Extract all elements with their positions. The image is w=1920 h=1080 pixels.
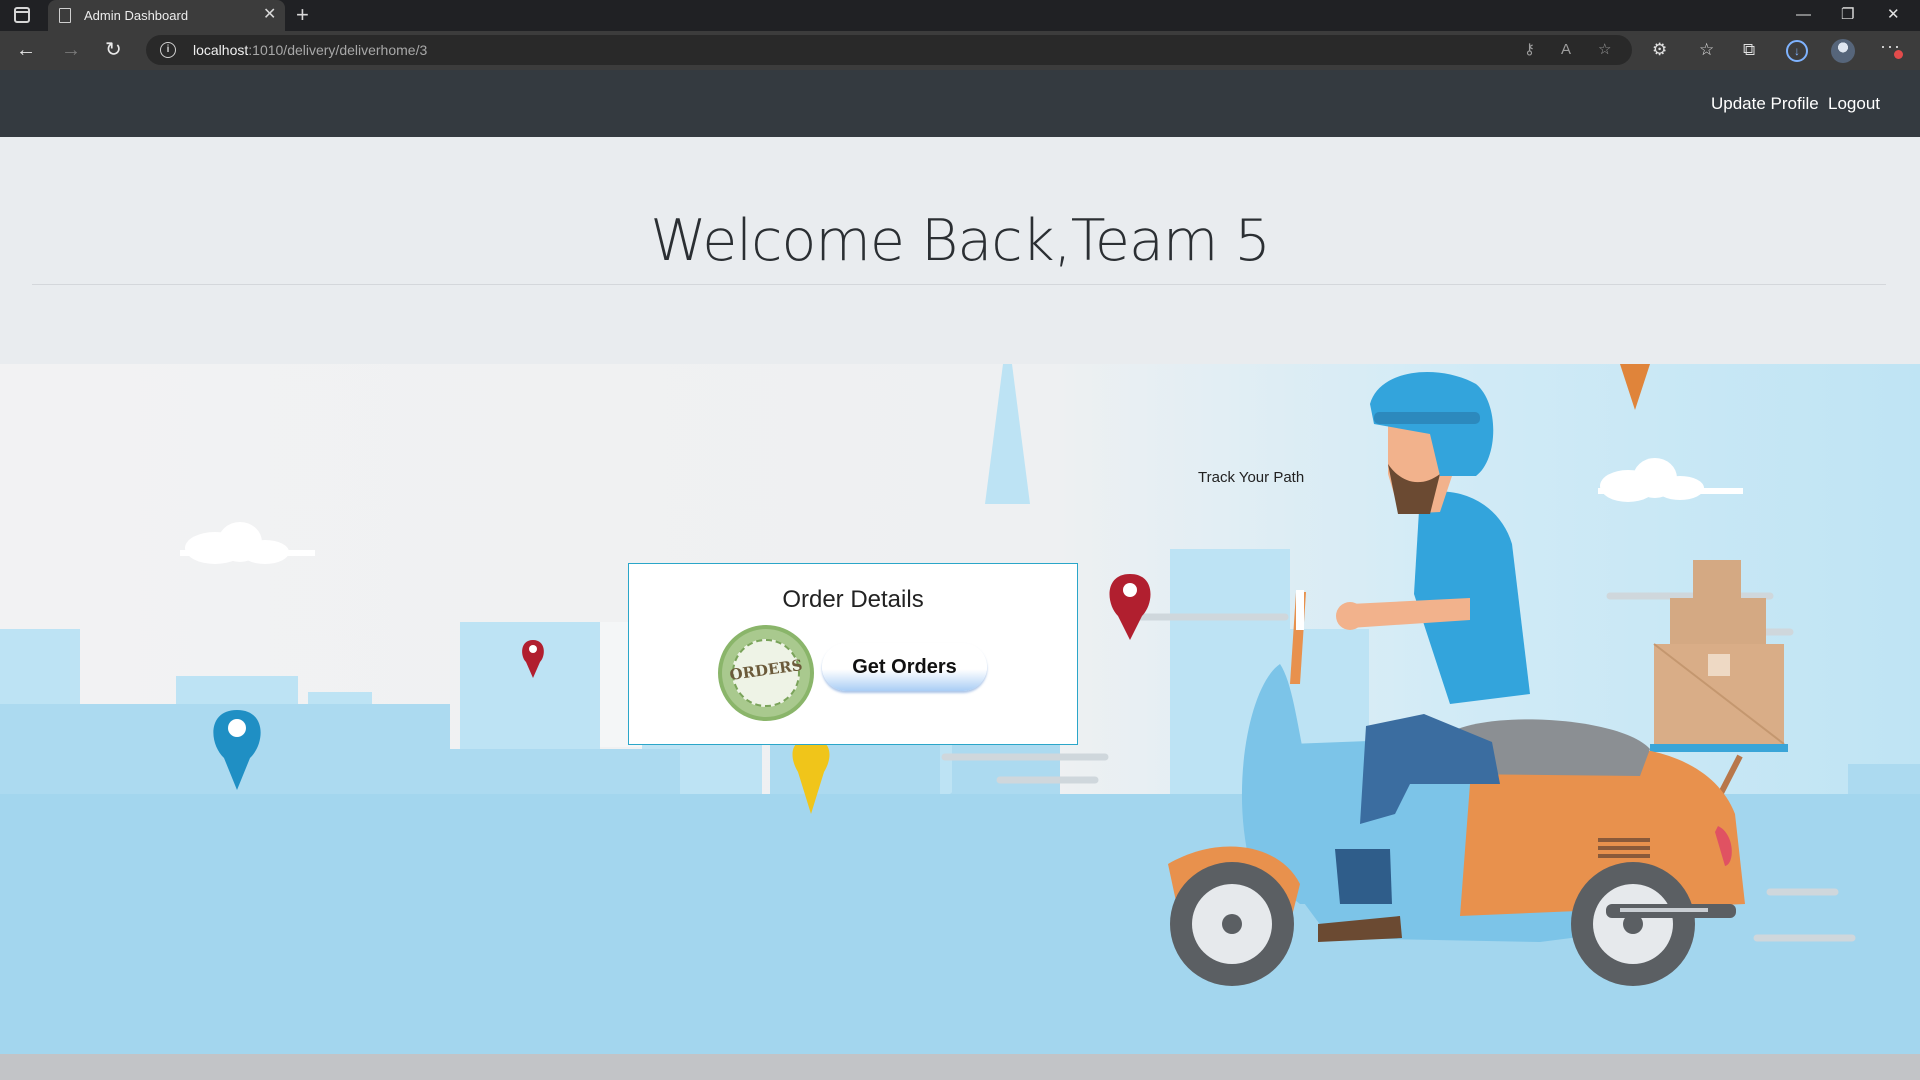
tab-title: Admin Dashboard — [84, 8, 189, 23]
track-path-label: Track Your Path — [1198, 469, 1305, 486]
download-icon[interactable]: ↓ — [1786, 40, 1808, 62]
welcome-heading: Welcome Back,Team 5 — [650, 208, 1271, 274]
get-orders-button[interactable]: Get Orders — [822, 643, 987, 691]
site-info-icon[interactable]: i — [160, 42, 176, 58]
browser-tab[interactable]: Admin Dashboard ✕ — [48, 0, 285, 31]
welcome-jumbotron: Welcome Back,Team 5 — [0, 137, 1920, 364]
new-tab-icon[interactable]: + — [296, 3, 309, 27]
profile-avatar[interactable] — [1831, 39, 1855, 63]
minimize-icon[interactable]: — — [1796, 4, 1811, 26]
logout-link[interactable]: Logout — [1828, 94, 1880, 114]
browser-tab-bar: Admin Dashboard ✕ + — ❐ ✕ — [0, 0, 1920, 31]
add-favorite-icon[interactable]: ☆ — [1598, 40, 1611, 60]
order-details-title: Order Details — [782, 586, 924, 613]
reload-icon[interactable]: ↻ — [105, 37, 122, 63]
favorites-icon[interactable]: ☆ — [1699, 39, 1714, 61]
page-content: Update Profile Logout Welcome Back,Team … — [0, 70, 1920, 1080]
divider — [32, 284, 1886, 285]
order-details-card: Order Details ORDERS Get Orders — [628, 563, 1078, 745]
extensions-icon[interactable]: ⚙ — [1652, 39, 1667, 61]
url-text[interactable]: localhost:1010/delivery/deliverhome/3 — [193, 42, 427, 58]
close-window-icon[interactable]: ✕ — [1887, 4, 1900, 26]
notification-badge — [1894, 50, 1903, 59]
orders-stamp-icon: ORDERS — [718, 625, 814, 721]
delivery-banner: Track Your Path Order Details ORDERS Get… — [0, 364, 1920, 1054]
browser-toolbar: ← → ↻ i localhost:1010/delivery/deliverh… — [0, 31, 1920, 70]
address-bar[interactable]: i localhost:1010/delivery/deliverhome/3 … — [146, 35, 1632, 65]
key-icon[interactable]: ⚷ — [1524, 40, 1535, 60]
page-icon — [59, 8, 71, 23]
back-icon[interactable]: ← — [16, 37, 36, 63]
forward-icon[interactable]: → — [61, 37, 81, 63]
collections-icon[interactable]: ⧉ — [1743, 39, 1755, 61]
close-tab-icon[interactable]: ✕ — [263, 6, 276, 24]
read-aloud-icon[interactable]: A — [1561, 40, 1571, 60]
update-profile-link[interactable]: Update Profile — [1711, 94, 1819, 114]
footer-band — [0, 1054, 1920, 1080]
tab-actions-icon[interactable] — [14, 7, 30, 23]
restore-icon[interactable]: ❐ — [1841, 4, 1854, 26]
top-navbar: Update Profile Logout — [0, 70, 1920, 137]
